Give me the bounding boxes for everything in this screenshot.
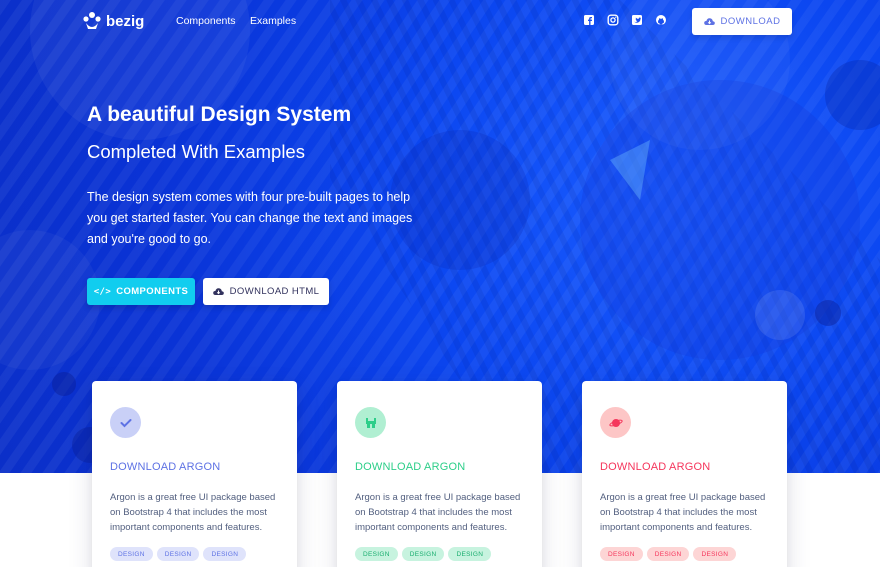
tag-badge: DESIGN: [156, 547, 200, 561]
tag-badge: DESIGN: [110, 547, 153, 561]
card-description: Argon is a great free UI package based o…: [600, 492, 766, 533]
github-icon[interactable]: [655, 14, 667, 26]
brand-name: bezig: [106, 12, 145, 30]
feature-card: DOWNLOAD ARGON Argon is a great free UI …: [337, 381, 542, 567]
check-icon: [120, 418, 131, 427]
code-icon: </>: [93, 286, 112, 297]
feature-card: DOWNLOAD ARGON Argon is a great free UI …: [582, 381, 787, 567]
download-button[interactable]: DOWNLOAD: [692, 8, 792, 35]
istanbul-icon: [365, 417, 376, 428]
download-html-button[interactable]: DOWNLOAD HTML: [203, 278, 329, 305]
hero-title: A beautiful Design System: [87, 103, 352, 126]
card-title: DOWNLOAD ARGON: [355, 461, 466, 473]
feature-card: DOWNLOAD ARGON Argon is a great free UI …: [92, 381, 297, 567]
components-button[interactable]: </> COMPONENTS: [87, 278, 195, 305]
tag-badge: DESIGN: [355, 547, 398, 561]
brand-logo-icon: [83, 12, 101, 29]
cloud-download-icon: [703, 18, 715, 25]
card-icon-circle: [110, 407, 141, 438]
card-icon-circle: [600, 407, 631, 438]
card-description: Argon is a great free UI package based o…: [355, 492, 521, 533]
tag-badge: DESIGN: [401, 547, 445, 561]
tag-badge: DESIGN: [646, 547, 690, 561]
components-button-label: COMPONENTS: [116, 286, 189, 297]
download-button-label: DOWNLOAD: [720, 16, 781, 27]
planet-icon: [608, 418, 623, 427]
card-description: Argon is a great free UI package based o…: [110, 492, 276, 533]
card-tags: DESIGN DESIGN DESIGN: [110, 547, 247, 561]
download-html-button-label: DOWNLOAD HTML: [229, 286, 320, 297]
nav-link-examples[interactable]: Examples: [250, 15, 296, 27]
navbar: bezig Components Examples DOWNLOAD: [0, 0, 880, 44]
nav-link-components[interactable]: Components: [176, 15, 236, 27]
tag-badge: DESIGN: [203, 547, 247, 561]
cloud-download-icon: [212, 288, 224, 295]
facebook-icon[interactable]: [583, 14, 595, 26]
card-icon-circle: [355, 407, 386, 438]
hero-lead: The design system comes with four pre-bu…: [87, 190, 413, 246]
card-tags: DESIGN DESIGN DESIGN: [355, 547, 492, 561]
card-tags: DESIGN DESIGN DESIGN: [600, 547, 737, 561]
twitter-icon[interactable]: [631, 14, 643, 26]
hero-subtitle: Completed With Examples: [87, 141, 305, 162]
card-title: DOWNLOAD ARGON: [110, 461, 221, 473]
card-title: DOWNLOAD ARGON: [600, 461, 711, 473]
tag-badge: DESIGN: [448, 547, 492, 561]
brand[interactable]: bezig: [82, 11, 144, 31]
tag-badge: DESIGN: [600, 547, 643, 561]
tag-badge: DESIGN: [693, 547, 737, 561]
instagram-icon[interactable]: [607, 14, 619, 26]
